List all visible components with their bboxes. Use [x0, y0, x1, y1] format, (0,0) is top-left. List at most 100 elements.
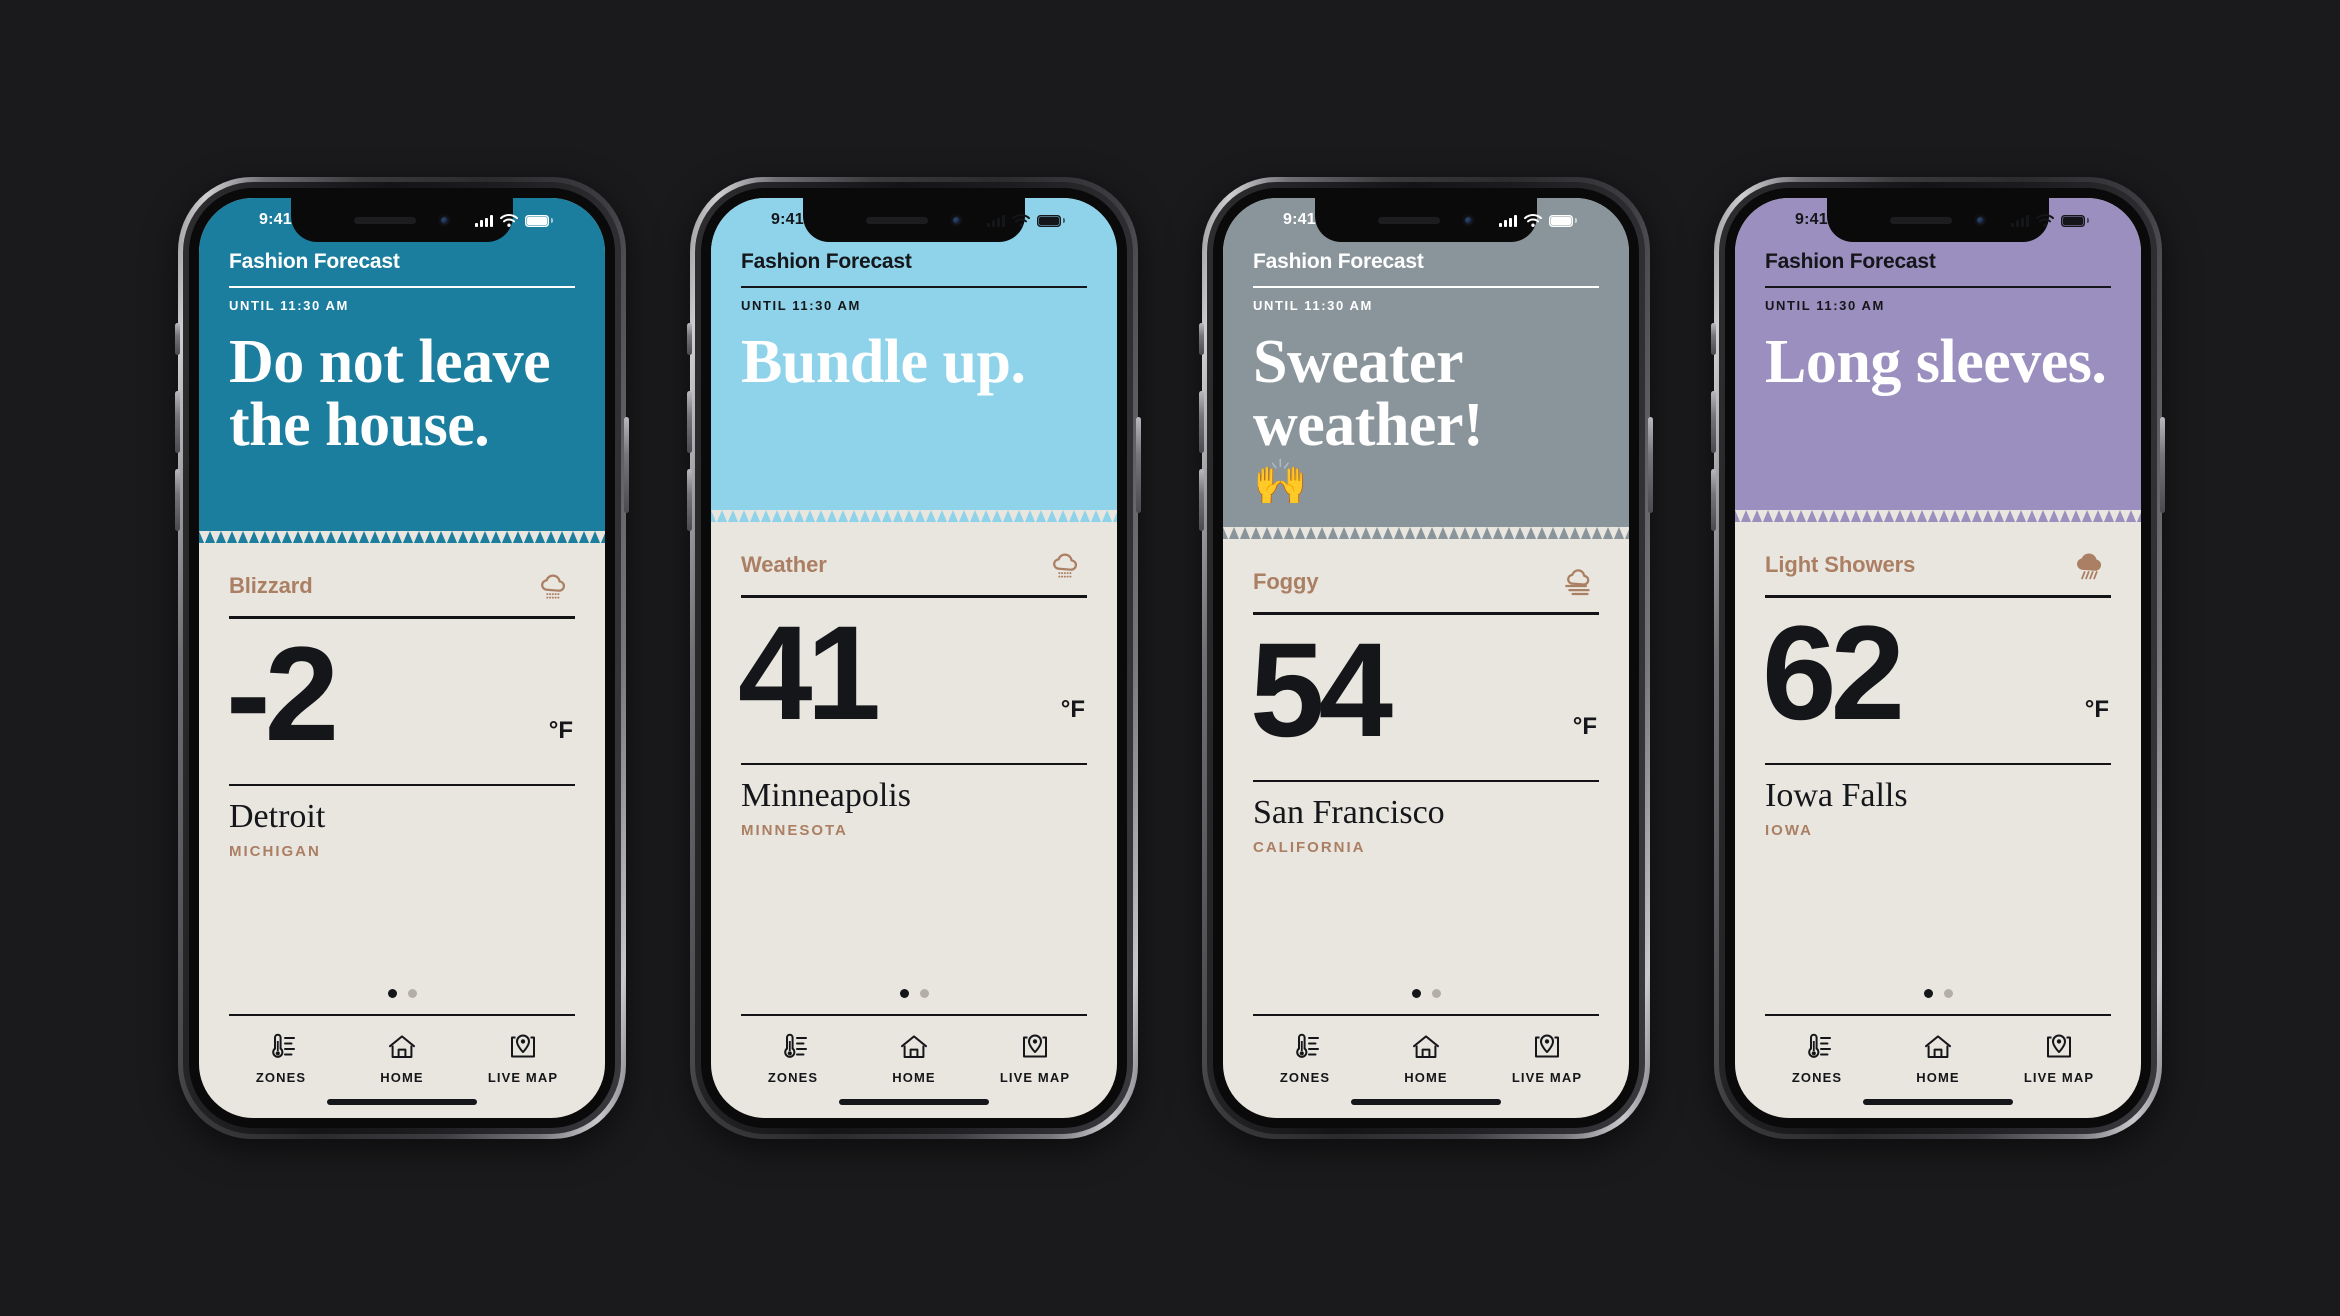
- thermometer-icon: [272, 1033, 295, 1058]
- volume-up-button[interactable]: [1711, 391, 1716, 453]
- phone-1: 9:41 Fashion Forecast UNTIL 11:30 AM Do …: [175, 177, 629, 1139]
- cellular-signal-icon: [2011, 214, 2029, 227]
- state-name: MINNESOTA: [741, 822, 848, 840]
- temperature-unit: °F: [548, 716, 573, 744]
- tab-home[interactable]: HOME: [868, 1033, 960, 1085]
- power-button[interactable]: [2160, 417, 2165, 513]
- valid-until-label: UNTIL 11:30 AM: [1253, 298, 1373, 313]
- weather-card: Light Showers 62 °F Iowa Falls IOWA: [1735, 522, 2141, 1014]
- temperature-row: 41 °F: [738, 598, 1087, 750]
- tab-label: LIVE MAP: [999, 1070, 1071, 1085]
- status-bar: 9:41: [229, 198, 575, 242]
- home-indicator[interactable]: [327, 1099, 477, 1105]
- page-dot[interactable]: [407, 989, 417, 998]
- temperature-divider: [1765, 762, 2111, 766]
- phone-3: 9:41 Fashion Forecast UNTIL 11:30 AM Swe…: [1199, 177, 1653, 1139]
- phone-screen: 9:41 Fashion Forecast UNTIL 11:30 AM Do …: [199, 198, 605, 1118]
- mute-switch[interactable]: [1199, 323, 1204, 355]
- temperature-row: 54 °F: [1250, 615, 1599, 767]
- hero-section: 9:41 Fashion Forecast UNTIL 11:30 AM Do …: [199, 198, 605, 545]
- wifi-icon: [1524, 213, 1542, 227]
- condition-row: Weather: [741, 548, 1087, 582]
- condition-label: Foggy: [1253, 569, 1319, 595]
- forecast-message: Bundle up.: [741, 328, 1026, 396]
- wifi-icon: [500, 213, 518, 227]
- status-indicators: [2011, 213, 2089, 227]
- tab-home[interactable]: HOME: [1380, 1033, 1472, 1085]
- volume-down-button[interactable]: [687, 469, 692, 531]
- weather-card: Blizzard -2 °F Detroit MICHIGAN: [199, 543, 605, 1014]
- home-indicator[interactable]: [1351, 1099, 1501, 1105]
- page-indicator: [741, 989, 1087, 998]
- home-indicator[interactable]: [1863, 1099, 2013, 1105]
- tab-bar: ZONES HOME LIVE MAP: [741, 1014, 1087, 1085]
- volume-up-button[interactable]: [1199, 391, 1204, 453]
- status-time: 9:41: [771, 211, 804, 228]
- wifi-icon: [1012, 213, 1030, 227]
- temperature-row: -2 °F: [226, 619, 575, 771]
- volume-up-button[interactable]: [687, 391, 692, 453]
- status-time: 9:41: [1795, 211, 1828, 228]
- tab-zones[interactable]: ZONES: [235, 1033, 327, 1085]
- home-indicator[interactable]: [839, 1099, 989, 1105]
- page-dot[interactable]: [919, 989, 929, 998]
- home-icon: [901, 1035, 927, 1058]
- power-button[interactable]: [1136, 417, 1141, 513]
- volume-up-button[interactable]: [175, 391, 180, 453]
- phone-gallery: 9:41 Fashion Forecast UNTIL 11:30 AM Do …: [0, 0, 2340, 1316]
- tab-live-map[interactable]: LIVE MAP: [989, 1033, 1081, 1085]
- map-pin-icon: [1535, 1034, 1559, 1058]
- tab-live-map[interactable]: LIVE MAP: [2013, 1033, 2105, 1085]
- home-indicator-wrap: [1223, 1085, 1629, 1118]
- city-name: Iowa Falls: [1765, 777, 1908, 815]
- page-title: Fashion Forecast: [1253, 250, 1424, 273]
- power-button[interactable]: [624, 417, 629, 513]
- tab-home[interactable]: HOME: [356, 1033, 448, 1085]
- tab-zones[interactable]: ZONES: [747, 1033, 839, 1085]
- battery-icon: [2061, 215, 2089, 227]
- tab-live-map[interactable]: LIVE MAP: [477, 1033, 569, 1085]
- volume-down-button[interactable]: [1199, 469, 1204, 531]
- weather-card: Foggy 54 °F San Francisco CALIFORNIA: [1223, 539, 1629, 1014]
- home-icon: [1925, 1035, 1951, 1058]
- status-bar: 9:41: [1253, 198, 1599, 242]
- page-dot[interactable]: [1923, 989, 1933, 998]
- page-dot[interactable]: [387, 989, 397, 998]
- tab-live-map[interactable]: LIVE MAP: [1501, 1033, 1593, 1085]
- tab-zones[interactable]: ZONES: [1259, 1033, 1351, 1085]
- page-title: Fashion Forecast: [229, 250, 400, 273]
- tab-bar: ZONES HOME LIVE MAP: [1765, 1014, 2111, 1085]
- volume-down-button[interactable]: [175, 469, 180, 531]
- temperature-value: 62: [1762, 598, 1905, 748]
- status-indicators: [475, 213, 553, 227]
- power-button[interactable]: [1648, 417, 1653, 513]
- page-dot[interactable]: [899, 989, 909, 998]
- status-bar: 9:41: [741, 198, 1087, 242]
- temperature-divider: [229, 783, 575, 787]
- fog-cloud-icon: [1565, 569, 1590, 596]
- mute-switch[interactable]: [687, 323, 692, 355]
- condition-label: Weather: [741, 552, 827, 578]
- snow-cloud-icon: [541, 574, 566, 600]
- thermometer-icon: [784, 1033, 807, 1058]
- volume-down-button[interactable]: [1711, 469, 1716, 531]
- title-divider: [1765, 286, 2111, 288]
- city-name: Detroit: [229, 798, 326, 836]
- condition-label: Blizzard: [229, 573, 313, 599]
- thermometer-icon: [1296, 1033, 1319, 1058]
- temperature-value: 41: [738, 598, 881, 748]
- tab-zones[interactable]: ZONES: [1771, 1033, 1863, 1085]
- page-dot[interactable]: [1431, 989, 1441, 998]
- temperature-value: 54: [1250, 615, 1393, 765]
- condition-row: Foggy: [1253, 565, 1599, 599]
- tab-label: ZONES: [1791, 1070, 1843, 1085]
- mute-switch[interactable]: [175, 323, 180, 355]
- phone-screen: 9:41 Fashion Forecast UNTIL 11:30 AM Swe…: [1223, 198, 1629, 1118]
- page-dot[interactable]: [1943, 989, 1953, 998]
- home-icon: [1413, 1035, 1439, 1058]
- tab-home[interactable]: HOME: [1892, 1033, 1984, 1085]
- mute-switch[interactable]: [1711, 323, 1716, 355]
- forecast-emoji: 🙌: [1253, 458, 1308, 508]
- page-dot[interactable]: [1411, 989, 1421, 998]
- title-divider: [229, 286, 575, 288]
